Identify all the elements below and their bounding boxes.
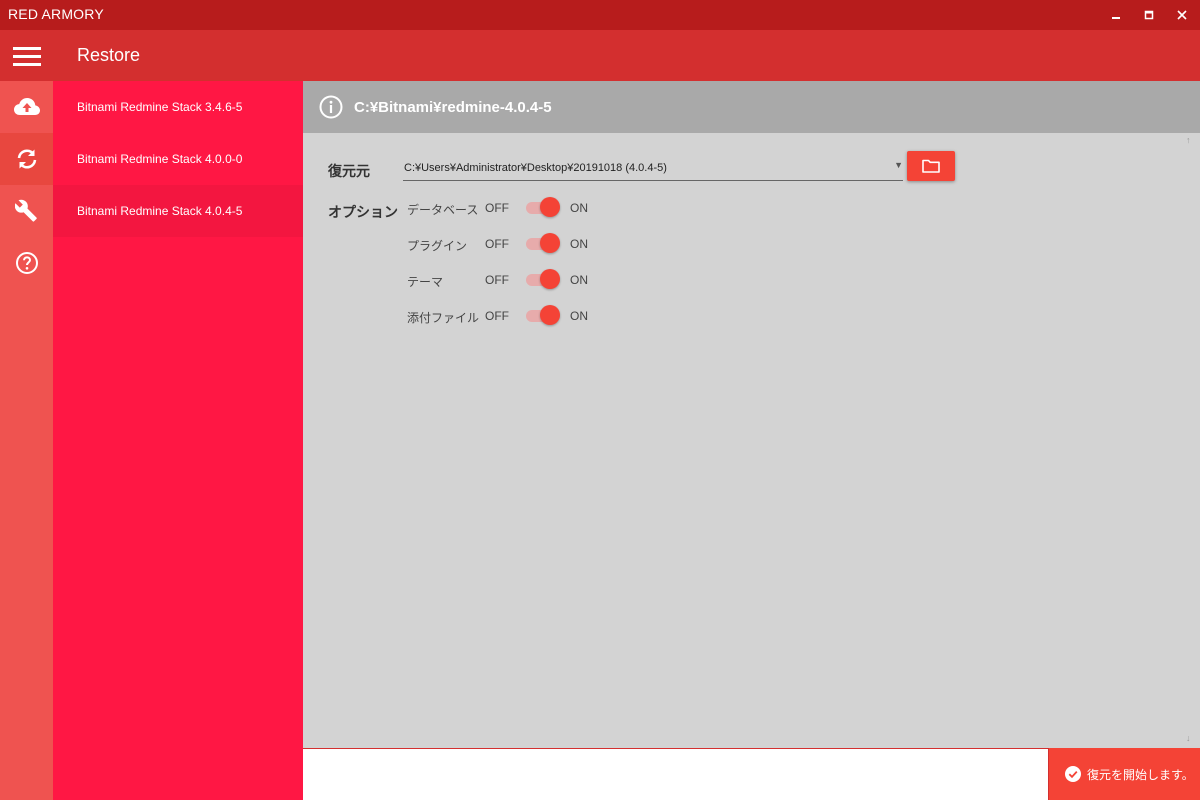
nav-tools[interactable] [0, 185, 53, 237]
nav-backup[interactable] [0, 81, 53, 133]
browse-folder-button[interactable] [907, 151, 955, 181]
option-row-themes: テーマ OFF ON [407, 269, 707, 289]
start-restore-button[interactable]: 復元を開始します。 [1049, 748, 1200, 800]
scroll-up-arrow[interactable]: ↑ [1186, 135, 1191, 145]
close-icon [1177, 10, 1187, 20]
maximize-button[interactable] [1131, 0, 1167, 30]
minimize-button[interactable] [1098, 0, 1134, 30]
close-button[interactable] [1164, 0, 1200, 30]
option-row-database: データベース OFF ON [407, 197, 707, 217]
project-item-selected[interactable]: Bitnami Redmine Stack 4.0.4-5 [53, 185, 303, 237]
status-area [303, 748, 1049, 800]
check-circle-icon [1065, 766, 1081, 782]
sync-icon [17, 149, 36, 169]
attachments-toggle[interactable] [526, 305, 560, 325]
project-item-label: Bitnami Redmine Stack 4.0.0-0 [77, 152, 243, 166]
header-bar: Restore [0, 30, 1200, 81]
project-item-label: Bitnami Redmine Stack 4.0.4-5 [77, 204, 243, 218]
wrench-icon [14, 199, 37, 222]
option-off-label: OFF [485, 201, 509, 215]
option-on-label: ON [570, 201, 588, 215]
project-item-label: Bitnami Redmine Stack 3.4.6-5 [77, 100, 243, 114]
nav-restore[interactable] [0, 133, 53, 185]
page-title: Restore [77, 45, 141, 65]
themes-toggle[interactable] [526, 269, 560, 289]
plugins-toggle[interactable] [526, 233, 560, 253]
option-name: プラグイン [407, 239, 468, 253]
start-restore-label: 復元を開始します。 [1087, 767, 1194, 782]
option-name: テーマ [407, 275, 444, 289]
hamburger-icon [12, 46, 41, 66]
source-label: 復元元 [328, 163, 370, 179]
option-off-label: OFF [485, 237, 509, 251]
project-item[interactable]: Bitnami Redmine Stack 3.4.6-5 [53, 81, 303, 133]
option-on-label: ON [570, 309, 588, 323]
database-toggle[interactable] [526, 197, 560, 217]
options-label: オプション [328, 204, 398, 220]
option-row-attachments: 添付ファイル OFF ON [407, 305, 707, 325]
nav-rail [0, 81, 53, 800]
chevron-down-icon: ▼ [894, 160, 903, 170]
title-bar: RED ARMORY [0, 0, 1200, 30]
cloud-upload-icon [13, 98, 40, 115]
option-name: 添付ファイル [407, 311, 480, 325]
source-value: C:¥Users¥Administrator¥Desktop¥20191018 … [404, 162, 667, 174]
option-off-label: OFF [485, 309, 509, 323]
app-title: RED ARMORY [8, 6, 104, 22]
scroll-down-arrow[interactable]: ↓ [1186, 733, 1191, 743]
maximize-icon [1144, 10, 1154, 20]
option-name: データベース [407, 203, 479, 217]
option-on-label: ON [570, 237, 588, 251]
folder-icon [922, 159, 940, 173]
installation-path: C:¥Bitnami¥redmine-4.0.4-5 [354, 99, 552, 116]
project-list: Bitnami Redmine Stack 3.4.6-5 Bitnami Re… [53, 81, 303, 800]
source-dropdown[interactable]: C:¥Users¥Administrator¥Desktop¥20191018 … [403, 154, 903, 181]
option-row-plugins: プラグイン OFF ON [407, 233, 707, 253]
option-off-label: OFF [485, 273, 509, 287]
main-panel: C:¥Bitnami¥redmine-4.0.4-5 復元元 C:¥Users¥… [303, 81, 1200, 748]
menu-button[interactable] [0, 30, 53, 81]
help-icon [15, 252, 38, 274]
project-item[interactable]: Bitnami Redmine Stack 4.0.0-0 [53, 133, 303, 185]
minimize-icon [1112, 17, 1120, 19]
info-icon [319, 95, 343, 119]
info-bar: C:¥Bitnami¥redmine-4.0.4-5 [303, 81, 1200, 133]
option-on-label: ON [570, 273, 588, 287]
nav-help[interactable] [0, 237, 53, 289]
